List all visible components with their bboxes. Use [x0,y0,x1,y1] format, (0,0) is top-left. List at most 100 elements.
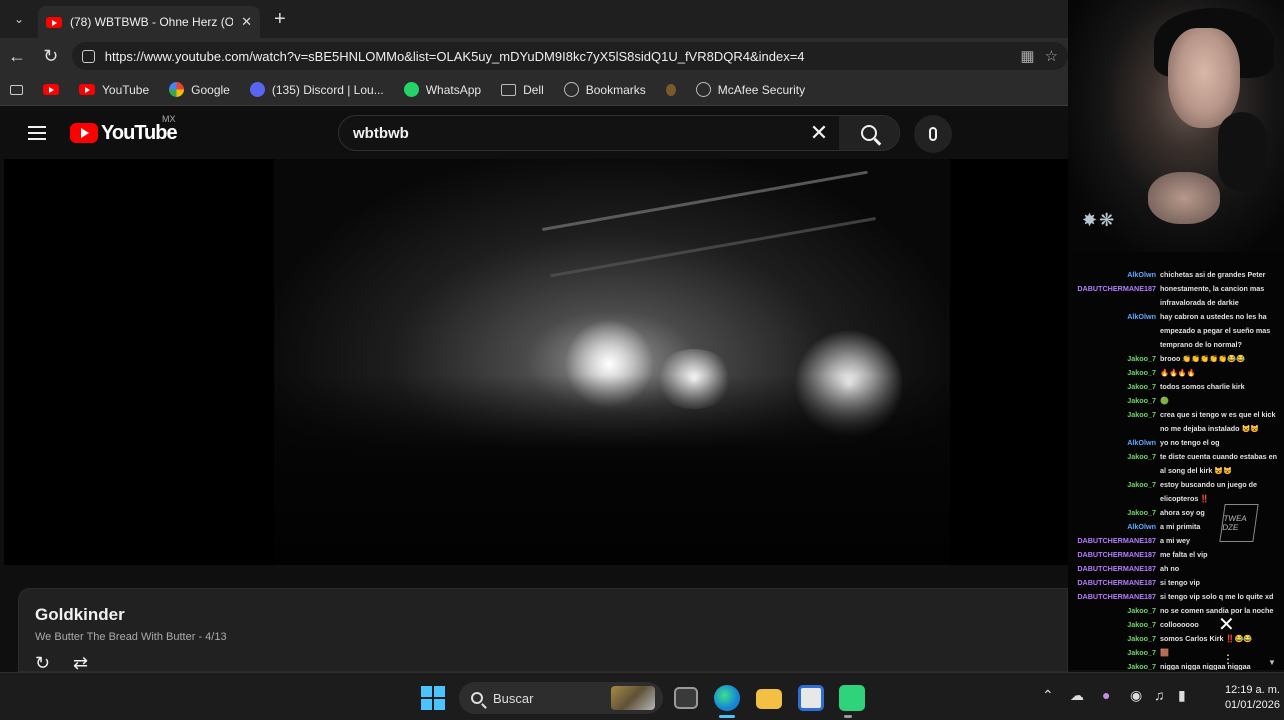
clock-date: 01/01/2026 [1224,699,1280,711]
chat-message: Jakoo_7 colloooooo [1068,618,1284,632]
open-app-indicator [844,715,852,718]
playlist-panel: Goldkinder We Butter The Bread With Butt… [18,588,1068,674]
chat-message-text: honestamente, la cancion mas infravalora… [1160,284,1265,307]
chat-username[interactable]: Jakoo_7 [1068,660,1156,670]
url-text[interactable]: https://www.youtube.com/watch?v=sBE5HNLO… [105,49,1011,64]
chat-username[interactable]: AlkOlwn [1068,268,1156,282]
chat-username[interactable]: Jakoo_7 [1068,632,1156,646]
reload-icon[interactable]: ↻ [34,46,68,67]
clear-search-icon[interactable]: ✕ [799,120,839,146]
chat-username[interactable]: DABUTCHERMANE187 [1068,548,1156,562]
close-icon[interactable]: ✕ [1218,612,1235,637]
chat-username[interactable]: Jakoo_7 [1068,604,1156,618]
shuffle-icon[interactable]: ⇄ [73,653,88,674]
chat-message-text: hay cabron a ustedes no les ha empezado … [1160,312,1271,349]
screen: ⌄ (78) WBTBWB - Ohne Herz (Official ✕ + … [0,0,1284,720]
new-tab-plus-icon[interactable]: + [274,8,286,31]
file-explorer-icon[interactable] [756,689,782,709]
address-toolbar: ← ↻ https://www.youtube.com/watch?v=sBE5… [0,38,1069,74]
windows-start-icon[interactable] [421,686,445,710]
battery-icon[interactable]: ▮ [1178,687,1186,704]
bookmark-youtube[interactable]: YouTube [79,83,149,97]
search-input[interactable] [339,116,799,150]
menu-hamburger-icon[interactable] [28,126,46,140]
chat-username[interactable]: Jakoo_7 [1068,646,1156,660]
chat-username[interactable]: DABUTCHERMANE187 [1068,562,1156,576]
chat-username[interactable]: AlkOlwn [1068,436,1156,450]
chat-username[interactable]: DABUTCHERMANE187 [1068,590,1156,604]
bookmark-mcafee[interactable]: McAfee Security [695,82,805,97]
youtube-favicon-icon [46,16,62,28]
clock-time: 12:19 a. m. [1224,684,1280,696]
chat-username[interactable]: AlkOlwn [1068,310,1156,352]
bookmark-extension[interactable] [665,83,676,96]
chat-message: DABUTCHERMANE187 si tengo vip [1068,576,1284,590]
tab-close-icon[interactable]: ✕ [241,14,252,30]
voice-search-button[interactable] [914,115,952,153]
tab-actions-icon[interactable] [10,84,23,95]
crowd-silhouette [274,375,950,565]
chat-username[interactable]: Jakoo_7 [1068,394,1156,408]
chat-username[interactable]: DABUTCHERMANE187 [1068,534,1156,548]
stage-truss [542,170,876,278]
chat-username[interactable]: Jakoo_7 [1068,408,1156,436]
chat-message-text: chichetas asi de grandes Peter [1160,270,1266,279]
shirt-print: ✸❋ [1082,210,1117,231]
chat-message-text: ahora soy og [1160,508,1205,517]
microphone-icon [929,127,937,141]
loop-icon[interactable]: ↻ [35,653,50,674]
globe-icon [695,82,711,97]
chat-message: AlkOlwn hay cabron a ustedes no les ha em… [1068,310,1284,352]
bookmark-dell-folder[interactable]: Dell [501,83,544,97]
playlist-title[interactable]: Goldkinder [35,605,125,625]
chat-username[interactable]: Jakoo_7 [1068,352,1156,366]
weather-icon[interactable]: ☁ [1070,687,1084,704]
chevron-up-icon[interactable]: ⌃ [1042,687,1054,704]
system-clock[interactable]: 12:19 a. m. 01/01/2026 [1200,683,1280,713]
app-available-icon[interactable]: ▦ [1020,47,1034,65]
wifi-icon[interactable]: ◉ [1130,687,1142,704]
microsoft-store-icon[interactable] [798,685,824,711]
chat-message: Jakoo_7 🟫 [1068,646,1284,660]
tab-list-chevron-icon[interactable]: ⌄ [4,5,34,33]
chat-message: DABUTCHERMANE187 me falta el vip [1068,548,1284,562]
bookmark-whatsapp[interactable]: WhatsApp [403,82,481,97]
volume-icon[interactable]: ♫ [1154,687,1165,703]
country-code: MX [162,113,176,124]
chat-username[interactable]: DABUTCHERMANE187 [1068,576,1156,590]
chat-username[interactable]: Jakoo_7 [1068,450,1156,478]
chat-username[interactable]: Jakoo_7 [1068,380,1156,394]
chat-message: AlkOlwn yo no tengo el og [1068,436,1284,450]
scroll-down-icon[interactable]: ▼ [1268,658,1276,667]
chat-username[interactable]: Jakoo_7 [1068,366,1156,380]
chat-username[interactable]: Jakoo_7 [1068,618,1156,632]
chat-message-text: crea que si tengo w es que el kick no me… [1160,410,1276,433]
chat-username[interactable]: Jakoo_7 [1068,506,1156,520]
address-bar[interactable]: https://www.youtube.com/watch?v=sBE5HNLO… [71,42,1069,70]
edge-browser-icon[interactable] [714,685,740,711]
chat-username[interactable]: AlkOlwn [1068,520,1156,534]
bookmark-google[interactable]: Google [169,82,230,97]
taskbar-search[interactable]: Buscar [459,682,663,714]
more-vertical-icon[interactable]: ⋮ [1222,652,1234,666]
task-view-icon[interactable] [674,687,698,709]
chat-username[interactable]: DABUTCHERMANE187 [1068,282,1156,310]
back-arrow-icon[interactable]: ← [0,46,34,67]
whatsapp-icon [403,82,419,97]
browser-tab-active[interactable]: (78) WBTBWB - Ohne Herz (Official ✕ [38,6,260,38]
video-player[interactable] [4,159,1068,565]
kick-app-icon[interactable] [839,685,865,711]
youtube-logo[interactable]: YouTube MX [70,114,178,145]
bookmark-youtube-icon-only[interactable] [43,84,59,95]
bookmark-discord[interactable]: (135) Discord | Lou... [249,82,384,97]
playlist-subtitle: We Butter The Bread With Butter - 4/13 [35,631,227,643]
search-box: ✕ [338,115,900,151]
microphone-tray-icon[interactable]: ● [1102,687,1110,703]
search-button[interactable] [839,116,899,150]
taskbar-search-label: Buscar [493,690,534,706]
bookmark-bookmarks[interactable]: Bookmarks [563,82,646,97]
favorite-star-icon[interactable]: ☆ [1045,47,1058,65]
chat-message: Jakoo_7 crea que si tengo w es que el kic… [1068,408,1284,436]
site-info-icon[interactable] [81,49,95,63]
chat-username[interactable]: Jakoo_7 [1068,478,1156,506]
